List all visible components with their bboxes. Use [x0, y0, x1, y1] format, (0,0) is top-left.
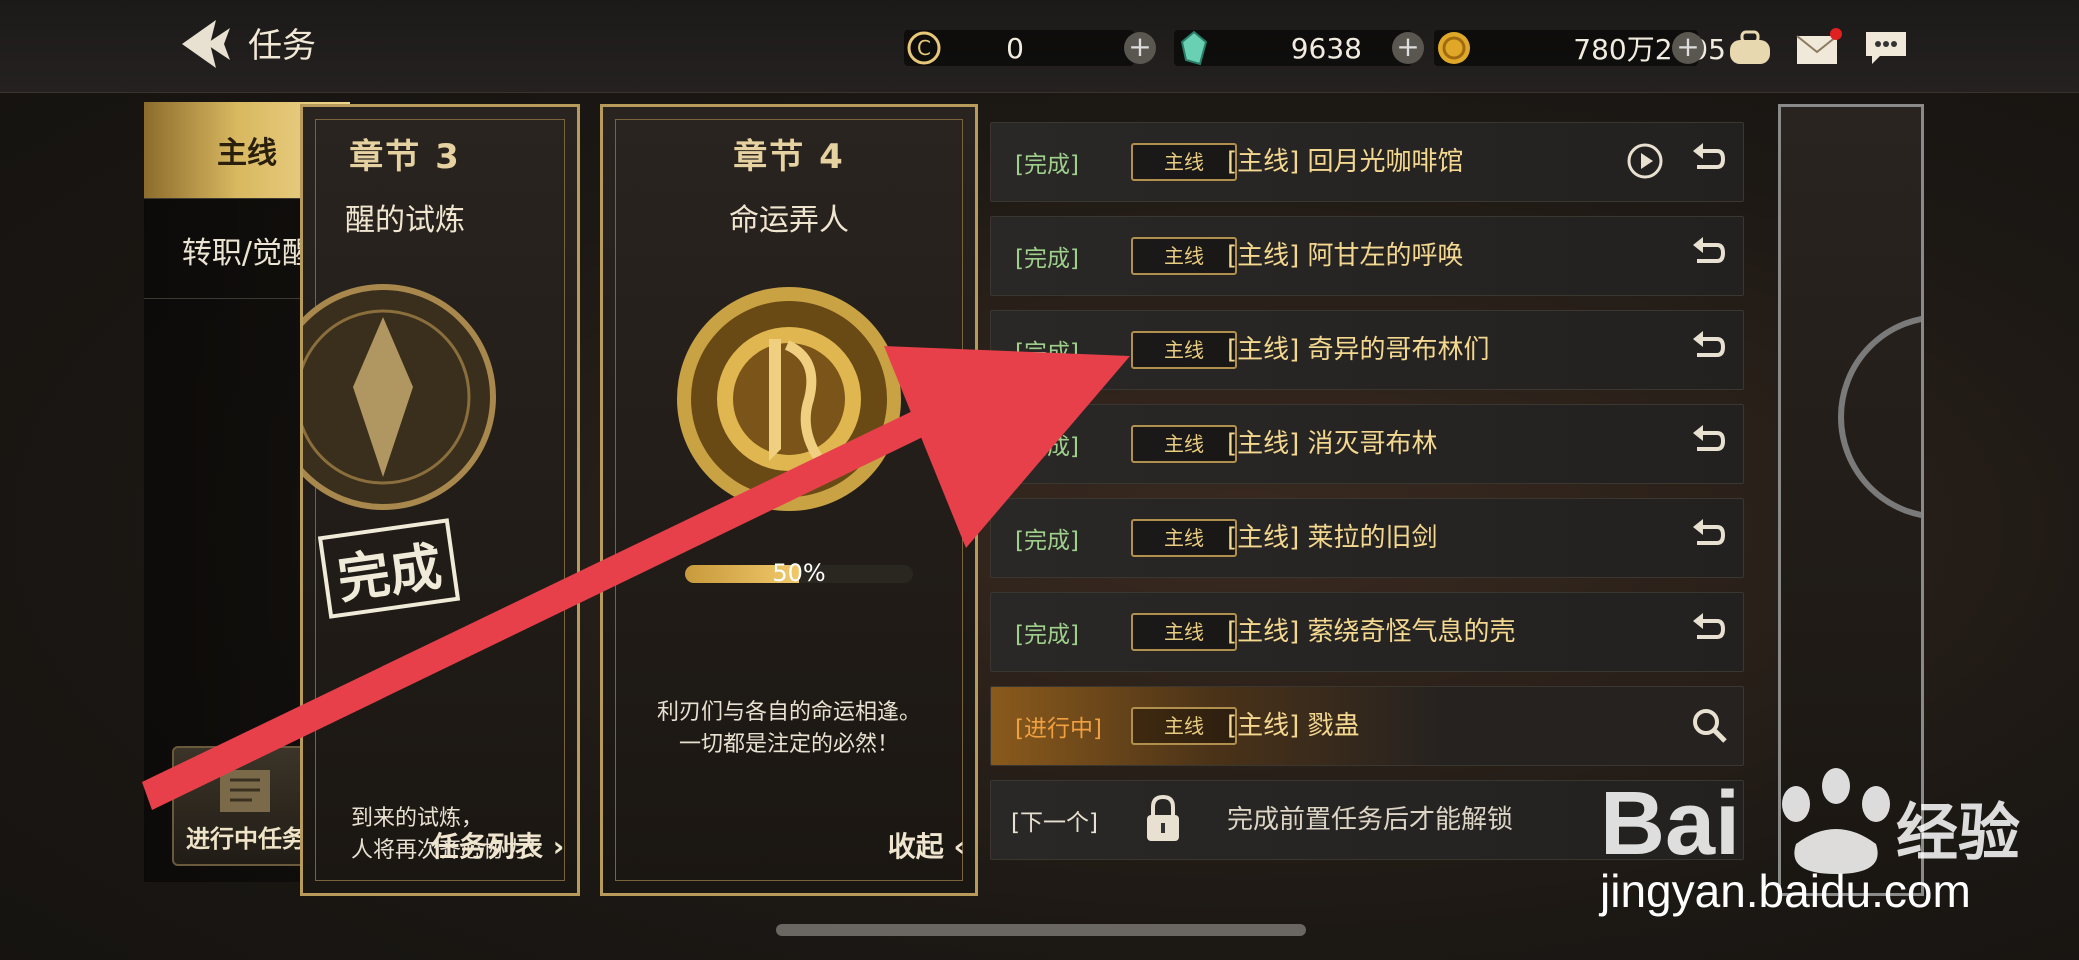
quest-status: [进行中] [1015, 716, 1102, 742]
quest-name: [主线] 莱拉的旧剑 [1227, 523, 1438, 553]
quest-status: [下一个] [1011, 810, 1098, 836]
quest-row[interactable]: [完成] 主线 [主线] 阿甘左的呼唤 [990, 216, 1744, 296]
quest-row-next: [下一个] 完成前置任务后才能解锁 [990, 780, 1744, 860]
collapse-link[interactable]: 收起 ‹ [888, 825, 965, 865]
ongoing-quests-label: 进行中任务 [186, 825, 306, 853]
back-arrow-icon[interactable] [172, 14, 236, 74]
ongoing-quests-button[interactable]: 进行中任务 [172, 746, 320, 866]
currency-c-coin: C 0 [904, 26, 1134, 70]
chapter-name: 命运弄人 [729, 203, 849, 238]
svg-text:C: C [917, 36, 931, 60]
currency-value: 9638 [1290, 31, 1362, 65]
top-bar: 任务 C 0 + 9638 + 780万2795 + [0, 0, 2079, 93]
quest-tag: 主线 [1131, 707, 1237, 745]
quest-tag: 主线 [1131, 425, 1237, 463]
quest-tag: 主线 [1131, 519, 1237, 557]
add-crystal-button[interactable]: + [1392, 32, 1424, 64]
chapter-number: 章节 3 [349, 137, 461, 177]
quest-list-label: 任务列表 [431, 830, 544, 863]
quest-list: [完成] 主线 [主线] 回月光咖啡馆 [完成] 主线 [主线] 阿甘左的呼唤 … [978, 112, 1750, 882]
unlock-hint: 完成前置任务后才能解锁 [1227, 805, 1514, 835]
search-icon[interactable] [1689, 705, 1729, 745]
play-icon[interactable] [1625, 141, 1665, 181]
chapter-card-5[interactable] [1778, 104, 1924, 896]
return-icon[interactable] [1689, 235, 1729, 275]
quest-list-link[interactable]: 任务列表 › [431, 825, 564, 865]
return-icon[interactable] [1689, 423, 1729, 463]
quest-tag: 主线 [1131, 613, 1237, 651]
quest-name: [主线] 奇异的哥布林们 [1227, 335, 1490, 365]
quest-name: [主线] 戮蛊 [1227, 711, 1360, 741]
gold-coin-icon [1438, 32, 1470, 64]
chat-icon[interactable] [1862, 28, 1910, 68]
chevron-left-icon: ‹ [953, 830, 965, 863]
return-icon[interactable] [1689, 329, 1729, 369]
quest-name: [主线] 消灭哥布林 [1227, 429, 1438, 459]
return-icon[interactable] [1689, 517, 1729, 557]
home-indicator[interactable] [776, 924, 1306, 936]
quest-status: [完成] [1015, 622, 1079, 648]
chevron-right-icon: › [552, 830, 565, 863]
bag-icon[interactable] [1726, 28, 1774, 68]
quest-row[interactable]: [完成] 主线 [主线] 莱拉的旧剑 [990, 498, 1744, 578]
chapter-name: 醒的试炼 [345, 203, 465, 238]
green-crystal-icon [1180, 30, 1208, 66]
add-gold-button[interactable]: + [1672, 32, 1704, 64]
desc-line: 利刃们与各自的命运相逢。 [656, 700, 921, 725]
currency-crystal: 9638 [1174, 26, 1412, 70]
scroll-icon [220, 770, 270, 812]
return-icon[interactable] [1689, 141, 1729, 181]
chapter-card-3[interactable]: 章节 3 醒的试炼 完成 到来的试炼， 人将再次齐心协力！ 任务列表 › [300, 104, 580, 896]
c-coin-icon: C [907, 31, 941, 65]
quest-tag: 主线 [1131, 237, 1237, 275]
quest-status: [完成] [1015, 434, 1079, 460]
collapse-label: 收起 [887, 830, 944, 863]
chapter-number: 章节 4 [733, 137, 845, 177]
quest-tag: 主线 [1131, 143, 1237, 181]
add-c-coin-button[interactable]: + [1124, 32, 1156, 64]
locked-emblem-icon [1838, 315, 1921, 519]
currency-value: 0 [1006, 31, 1024, 65]
return-icon[interactable] [1689, 611, 1729, 651]
quest-row[interactable]: [完成] 主线 [主线] 消灭哥布林 [990, 404, 1744, 484]
chapter-emblem-icon [303, 284, 496, 510]
quest-name: [主线] 阿甘左的呼唤 [1227, 241, 1464, 271]
quest-row[interactable]: [完成] 主线 [主线] 奇异的哥布林们 [990, 310, 1744, 390]
quest-row[interactable]: [完成] 主线 [主线] 回月光咖啡馆 [990, 122, 1744, 202]
quest-tag: 主线 [1131, 331, 1237, 369]
quest-status: [完成] [1015, 152, 1079, 178]
desc-line: 一切都是注定的必然！ [678, 732, 899, 757]
mail-icon[interactable] [1794, 28, 1842, 68]
quest-status: [完成] [1015, 528, 1079, 554]
lock-icon [1147, 794, 1179, 841]
quest-name: [主线] 回月光咖啡馆 [1227, 147, 1464, 177]
quest-status: [完成] [1015, 246, 1079, 272]
progress-label: 50% [772, 559, 826, 587]
quest-row-in-progress[interactable]: [进行中] 主线 [主线] 戮蛊 [990, 686, 1744, 766]
page-title: 任务 [248, 26, 316, 66]
quest-row[interactable]: [完成] 主线 [主线] 萦绕奇怪气息的壳 [990, 592, 1744, 672]
currency-gold: 780万2795 [1434, 26, 1726, 70]
chapter-emblem-icon [677, 287, 901, 511]
chapter-description: 利刃们与各自的命运相逢。 一切都是注定的必然！ [603, 697, 975, 761]
quest-status: [完成] [1015, 340, 1079, 366]
quest-name: [主线] 萦绕奇怪气息的壳 [1227, 617, 1516, 647]
chapter-card-4[interactable]: 章节 4 命运弄人 50% 利刃们与各自的命运相逢。 一切都是注定的必然！ 收起… [600, 104, 978, 896]
watermark-url: jingyan.baidu.com [1600, 865, 1971, 917]
